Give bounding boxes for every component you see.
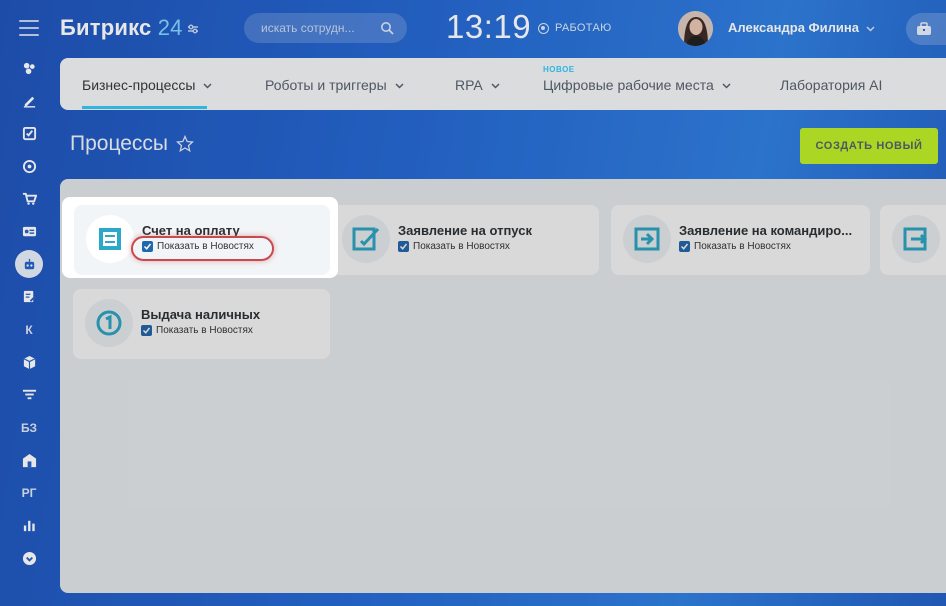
card-icon-wrap	[892, 215, 940, 263]
show-in-news-checkbox[interactable]: Показать в Новостях	[398, 241, 510, 252]
process-card-business-trip[interactable]: Заявление на командиро... Показать в Нов…	[611, 205, 870, 275]
sidebar-item-docs[interactable]	[15, 283, 43, 311]
tab-label: Лаборатория AI	[780, 77, 883, 93]
building-icon	[22, 453, 36, 467]
tab-business-processes[interactable]: Бизнес-процессы	[82, 77, 213, 93]
pen-icon	[23, 96, 35, 108]
cash-withdrawal-icon	[96, 310, 122, 336]
checkbox-icon	[22, 126, 36, 140]
tab-label: Роботы и триггеры	[265, 77, 387, 93]
clock[interactable]: 13:19	[446, 8, 531, 46]
sidebar-item-shop[interactable]	[15, 185, 43, 213]
sidebar-item-bz[interactable]: БЗ	[15, 414, 43, 442]
process-card-cash[interactable]: Выдача наличных Показать в Новостях	[73, 289, 330, 359]
box-icon	[23, 355, 35, 369]
logo-number: 24	[157, 15, 183, 40]
card-title: Выдача наличных	[141, 307, 261, 322]
show-in-news-checkbox[interactable]: Показать в Новостях	[679, 241, 791, 252]
tab-label: RPA	[455, 77, 483, 93]
search-icon[interactable]	[380, 21, 394, 35]
card-icon-wrap	[86, 215, 134, 263]
checkbox-checked-icon	[679, 241, 690, 252]
sidebar-item-filter[interactable]	[15, 381, 43, 409]
filter-icon	[22, 390, 36, 400]
chevron-down-icon[interactable]	[866, 24, 875, 33]
checkbox-checked-icon	[398, 241, 409, 252]
create-new-button[interactable]: СОЗДАТЬ НОВЫЙ	[800, 128, 938, 164]
tab-digital-workplaces[interactable]: Цифровые рабочие места	[543, 77, 731, 93]
checkbox-label: Показать в Новостях	[413, 241, 510, 252]
sidebar-item-automation[interactable]	[15, 250, 43, 279]
sidebar-item-contacts[interactable]	[15, 217, 43, 245]
process-card-partial[interactable]	[880, 205, 946, 275]
search-input[interactable]	[261, 21, 373, 35]
tab-rpa[interactable]: RPA	[455, 77, 500, 93]
sidebar-item-k[interactable]: К	[15, 316, 43, 344]
chevron-down-icon	[203, 82, 213, 89]
sidebar-item-office[interactable]	[15, 446, 43, 474]
chevron-down-icon	[722, 82, 731, 89]
robot-icon	[24, 258, 34, 269]
status-label: РАБОТАЮ	[555, 22, 612, 34]
sidebar-item-goals[interactable]	[15, 152, 43, 180]
left-sidebar: К БЗ РГ	[0, 0, 58, 606]
checkbox-checked-icon	[141, 325, 152, 336]
employee-search[interactable]	[244, 13, 407, 43]
sidebar-item-store[interactable]	[15, 348, 43, 376]
user-name[interactable]: Александра Филина	[728, 20, 859, 35]
chevron-down-icon	[395, 82, 404, 89]
tab-label: Бизнес-процессы	[82, 77, 196, 93]
vacation-request-icon	[352, 227, 380, 251]
tabs-bar: Бизнес-процессы Роботы и триггеры RPA НО…	[60, 58, 946, 110]
card-icon-wrap	[342, 215, 390, 263]
chevron-down-icon	[491, 82, 500, 89]
checkbox-label: Показать в Новостях	[156, 325, 253, 336]
work-status[interactable]: РАБОТАЮ	[538, 22, 612, 34]
settings-sliders-icon[interactable]	[186, 22, 200, 36]
cart-icon	[22, 193, 37, 206]
highlight-ring	[131, 236, 274, 261]
briefcase-button[interactable]	[906, 13, 946, 45]
exit-document-icon	[903, 227, 928, 251]
avatar-photo	[678, 11, 713, 46]
app-logo[interactable]: Битрикс 24	[60, 15, 183, 41]
tab-ai-lab[interactable]: Лаборатория AI	[780, 77, 882, 93]
business-trip-icon	[634, 227, 660, 251]
document-edit-icon	[23, 291, 36, 303]
feed-icon	[23, 62, 35, 74]
avatar[interactable]	[678, 11, 713, 46]
sidebar-item-rg[interactable]: РГ	[15, 479, 43, 507]
sidebar-item-feed[interactable]	[15, 54, 43, 82]
show-in-news-checkbox[interactable]: Показать в Новостях	[141, 325, 253, 336]
card-title: Заявление на отпуск	[398, 223, 532, 238]
target-icon	[22, 159, 36, 173]
id-card-icon	[22, 226, 36, 237]
sidebar-item-tasks[interactable]	[15, 87, 43, 115]
card-icon-wrap	[623, 215, 671, 263]
card-icon-wrap	[85, 299, 133, 347]
tab-label: Цифровые рабочие места	[543, 77, 714, 93]
sidebar-item-more[interactable]	[15, 544, 43, 572]
sidebar-item-reports[interactable]	[15, 512, 43, 540]
page-title: Процессы	[70, 132, 195, 156]
menu-icon[interactable]	[19, 20, 39, 36]
chevron-circle-icon	[22, 551, 36, 565]
star-icon[interactable]	[176, 135, 195, 153]
briefcase-icon	[917, 22, 931, 35]
sidebar-item-checklist[interactable]	[15, 119, 43, 147]
tab-robots-triggers[interactable]: Роботы и триггеры	[265, 77, 404, 93]
card-title: Заявление на командиро...	[679, 223, 853, 238]
process-card-vacation[interactable]: Заявление на отпуск Показать в Новостях	[330, 205, 599, 275]
page-title-text: Процессы	[70, 132, 169, 155]
active-tab-indicator	[82, 106, 207, 109]
invoice-icon	[99, 228, 121, 250]
logo-text: Битрикс	[60, 15, 152, 40]
checkbox-label: Показать в Новостях	[694, 241, 791, 252]
bar-chart-icon	[23, 520, 35, 532]
new-badge: НОВОЕ	[543, 65, 575, 74]
status-dot-icon	[538, 22, 549, 34]
